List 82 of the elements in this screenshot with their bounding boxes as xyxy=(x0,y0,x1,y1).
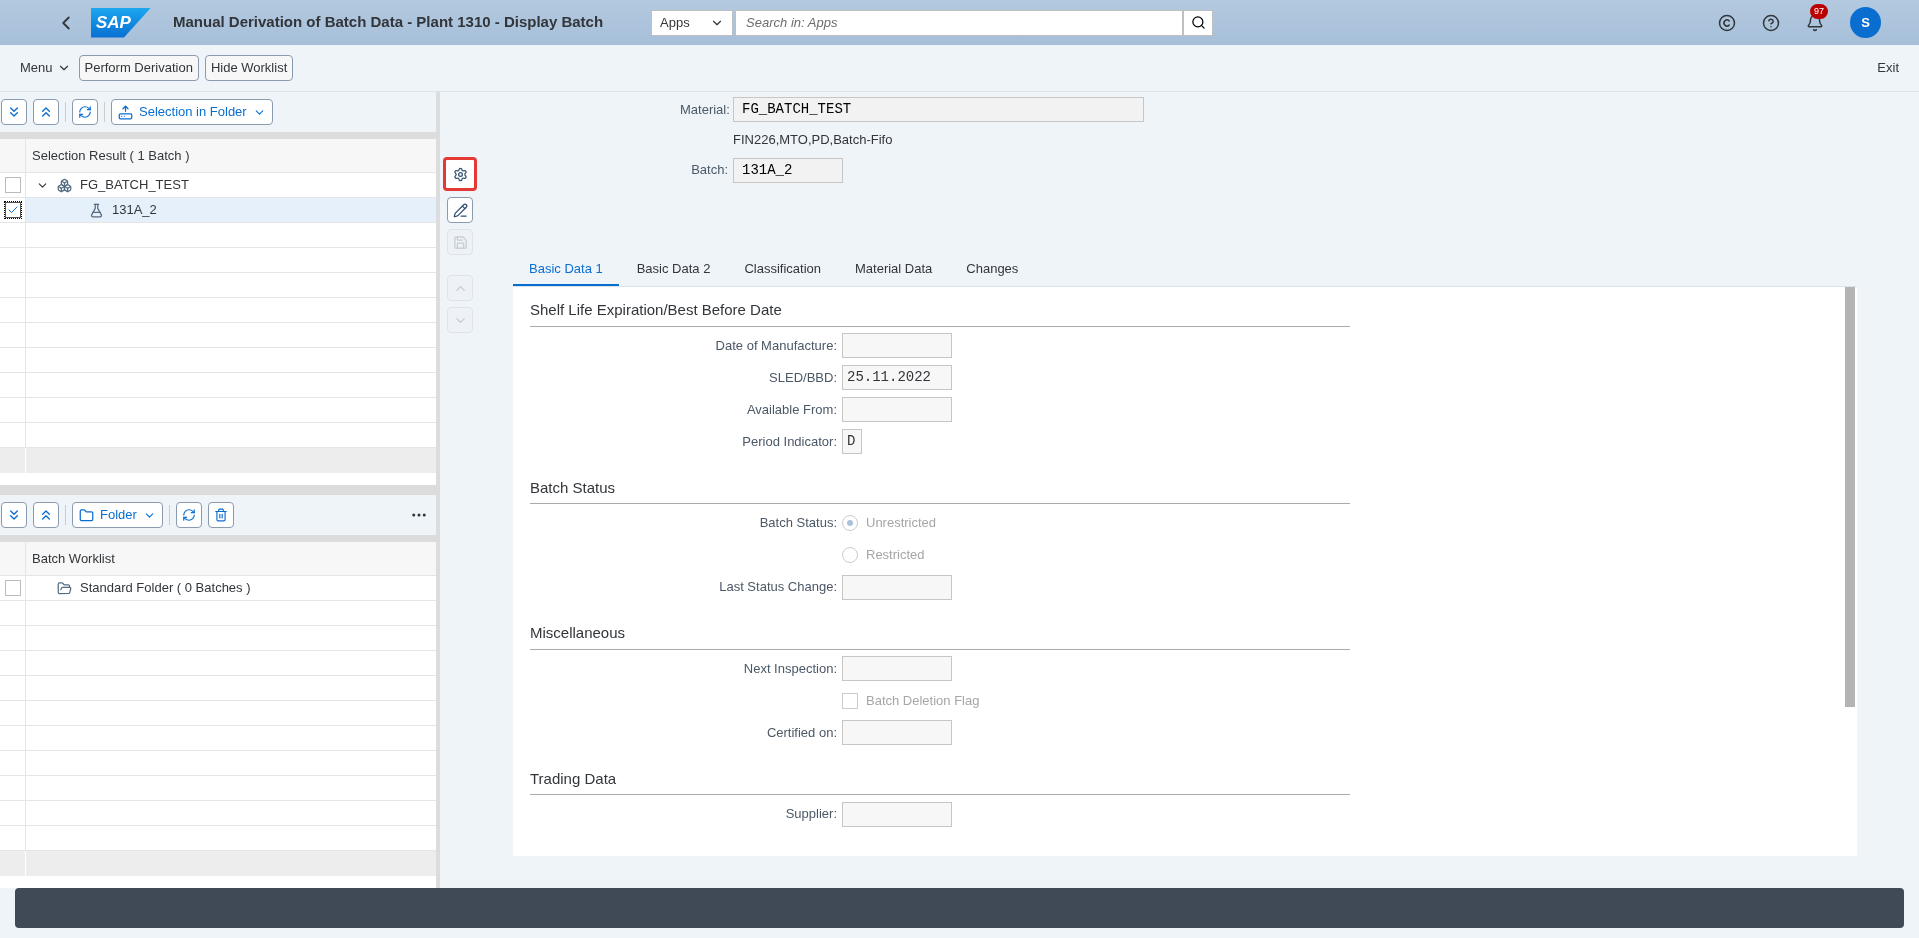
section-title: Trading Data xyxy=(530,767,1350,795)
refresh-button[interactable] xyxy=(72,99,98,125)
pencil-icon xyxy=(452,202,468,218)
batch-field[interactable]: 131A_2 xyxy=(733,157,843,183)
input-field[interactable] xyxy=(842,397,952,422)
search-scope-select[interactable]: Apps xyxy=(651,9,734,36)
folder-button[interactable]: Folder xyxy=(72,502,163,528)
toolbar-button[interactable]: Hide Worklist xyxy=(204,55,294,81)
help-icon[interactable] xyxy=(1762,13,1780,32)
field-label: Batch Status: xyxy=(759,514,837,533)
folder-icon xyxy=(79,507,94,523)
expand-all-button[interactable] xyxy=(1,502,27,528)
input-field[interactable] xyxy=(842,656,952,681)
checkbox-label: Batch Deletion Flag xyxy=(866,691,980,710)
field-label: Batch: xyxy=(690,161,728,180)
tab[interactable]: Changes xyxy=(950,258,1035,286)
toolbar-button[interactable]: Perform Derivation xyxy=(78,55,199,81)
app-title: Manual Derivation of Batch Data - Plant 1310 - Display Batch xyxy=(173,12,604,33)
search-field[interactable]: Search in: Apps xyxy=(735,9,1184,36)
sap-logo: SAP xyxy=(91,7,151,38)
grid-header: Batch Worklist xyxy=(31,549,115,568)
radio-label: Restricted xyxy=(866,546,925,565)
input-field[interactable] xyxy=(842,333,952,358)
radio-label: Unrestricted xyxy=(866,514,937,533)
copyright-icon[interactable] xyxy=(1718,13,1736,32)
folder-icon xyxy=(57,580,72,596)
menu-button[interactable]: Menu xyxy=(20,58,71,78)
section-title: Shelf Life Expiration/Best Before Date xyxy=(530,299,1350,327)
check-icon xyxy=(6,204,19,216)
material-icon xyxy=(57,177,72,193)
tree-row[interactable]: FG_BATCH_TEST xyxy=(0,173,436,198)
trash-icon xyxy=(213,508,228,522)
tree-item-label: 131A_2 xyxy=(112,201,157,220)
input-field[interactable] xyxy=(842,574,952,600)
collapse-all-button[interactable] xyxy=(33,99,59,125)
section-title: Miscellaneous xyxy=(530,622,1350,650)
row-checkbox[interactable] xyxy=(4,580,21,596)
refresh-button[interactable] xyxy=(175,502,202,528)
material-description: FIN226,MTO,PD,Batch-Fifo xyxy=(733,131,894,149)
input-field[interactable]: D xyxy=(842,429,862,454)
gear-icon xyxy=(452,166,468,182)
field-label: Period Indicator: xyxy=(742,432,837,451)
field-label: Certified on: xyxy=(766,723,837,742)
search-icon xyxy=(1190,15,1206,30)
flask-icon xyxy=(89,202,104,218)
save-icon xyxy=(452,234,468,250)
section-title: Batch Status xyxy=(530,476,1350,504)
search-button[interactable] xyxy=(1183,9,1214,36)
side-tool-button[interactable] xyxy=(443,157,477,191)
scrollbar[interactable] xyxy=(1845,287,1855,707)
field-label: Date of Manufacture: xyxy=(715,336,837,355)
field-label: Material: xyxy=(680,100,728,119)
input-field[interactable]: 25.11.2022 xyxy=(842,365,952,390)
expand-all-button[interactable] xyxy=(1,99,27,125)
user-avatar[interactable]: S xyxy=(1850,7,1881,38)
tab[interactable]: Material Data xyxy=(839,258,949,286)
refresh-icon xyxy=(181,508,196,522)
collapse-all-button[interactable] xyxy=(33,502,59,528)
field-label: Last Status Change: xyxy=(719,578,837,597)
row-checkbox[interactable] xyxy=(4,202,21,218)
tree-row[interactable]: Standard Folder ( 0 Batches ) xyxy=(0,576,436,601)
side-tool-button[interactable] xyxy=(447,197,473,223)
field-label: Next Inspection: xyxy=(743,659,837,678)
field-label: Supplier: xyxy=(785,805,837,824)
tab[interactable]: Basic Data 2 xyxy=(620,258,727,286)
input-field[interactable] xyxy=(842,720,952,745)
input-field[interactable] xyxy=(842,801,952,827)
exit-button[interactable]: Exit xyxy=(1877,58,1899,78)
row-checkbox[interactable] xyxy=(4,177,21,193)
upload-tray-icon xyxy=(118,104,133,120)
refresh-icon xyxy=(78,105,92,119)
tab[interactable]: Classification xyxy=(728,258,837,286)
field-label: Available From: xyxy=(746,400,837,419)
selection-folder-button[interactable]: Selection in Folder xyxy=(111,99,273,125)
delete-button[interactable] xyxy=(207,502,234,528)
tree-item-label: FG_BATCH_TEST xyxy=(80,176,189,195)
tree-row[interactable]: 131A_2 xyxy=(0,198,436,223)
material-field[interactable]: FG_BATCH_TEST xyxy=(733,97,1144,122)
grid-header: Selection Result ( 1 Batch ) xyxy=(31,146,190,165)
tree-item-label: Standard Folder ( 0 Batches ) xyxy=(80,579,251,598)
notification-badge: 97 xyxy=(1810,3,1828,19)
field-label: SLED/BBD: xyxy=(769,368,837,387)
